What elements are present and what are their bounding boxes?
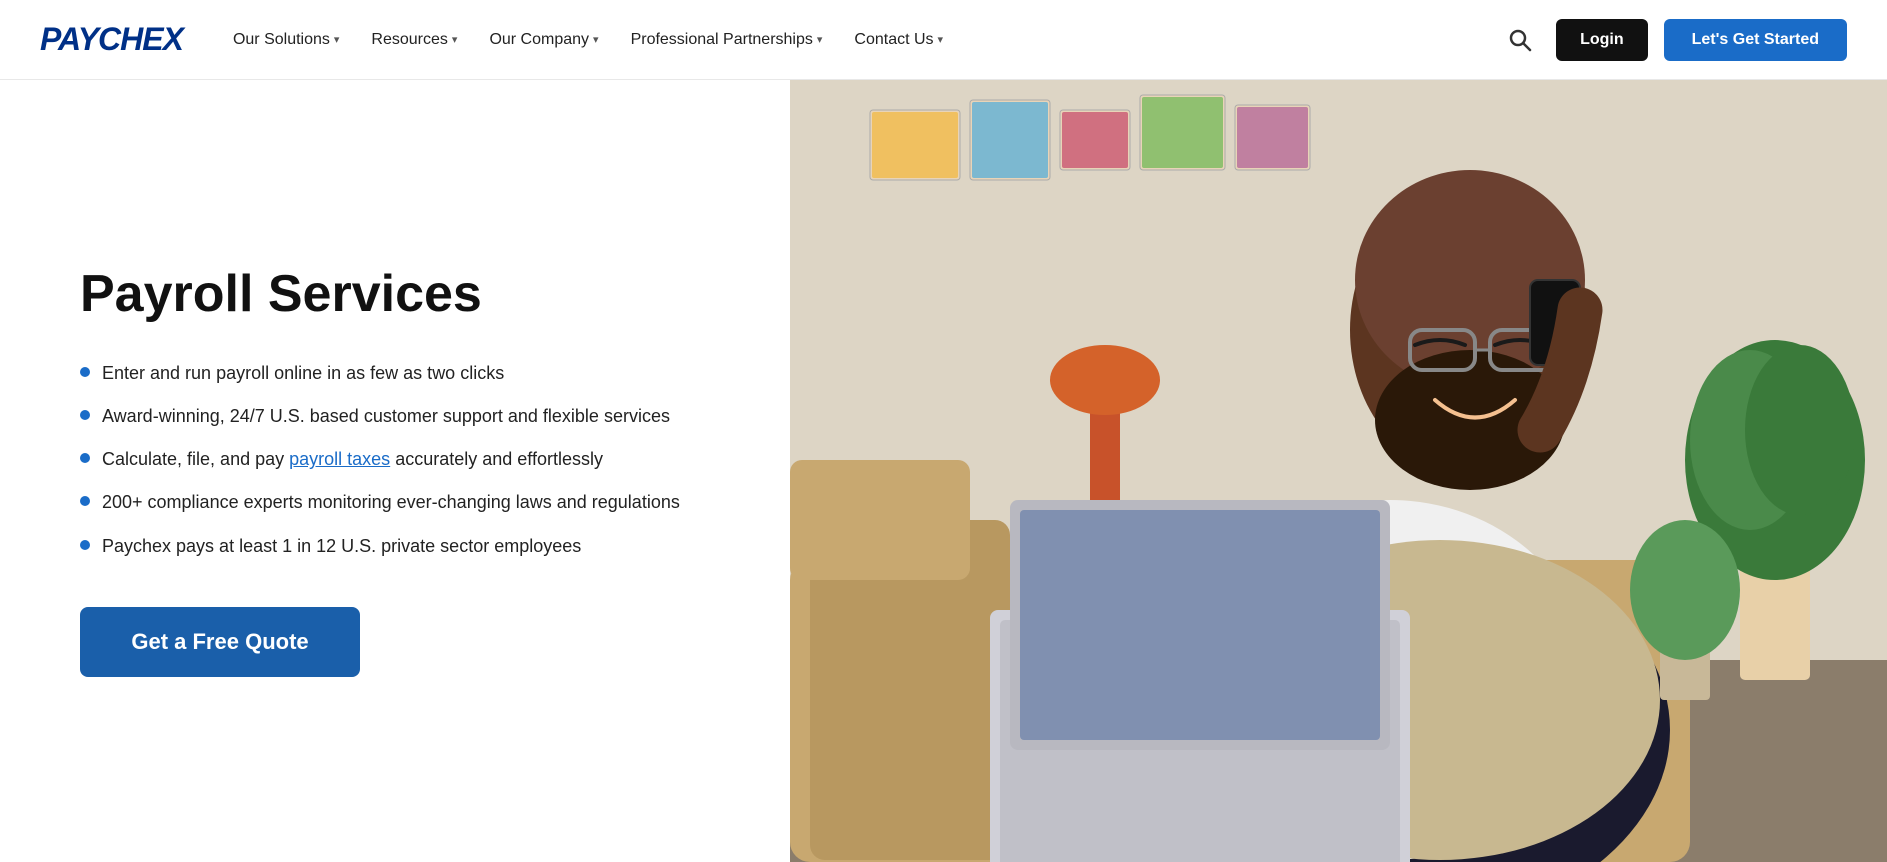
bullet-dot-icon — [80, 496, 90, 506]
nav-item-professional-partnerships[interactable]: Professional Partnerships ▾ — [617, 23, 837, 57]
feature-bullet-4: 200+ compliance experts monitoring ever-… — [80, 490, 710, 515]
bullet-text: Enter and run payroll online in as few a… — [102, 361, 504, 386]
nav-item-contact-us[interactable]: Contact Us ▾ — [840, 23, 957, 57]
chevron-down-icon: ▾ — [817, 33, 823, 46]
chevron-down-icon: ▾ — [334, 33, 340, 46]
bullet-text: Paychex pays at least 1 in 12 U.S. priva… — [102, 534, 581, 559]
nav-item-label: Professional Partnerships — [631, 31, 813, 49]
hero-illustration — [790, 80, 1887, 862]
bullet-text: Award-winning, 24/7 U.S. based customer … — [102, 404, 670, 429]
paychex-logo[interactable]: PAYCHEX — [40, 21, 183, 58]
hero-image — [790, 80, 1887, 862]
page-title: Payroll Services — [80, 265, 710, 325]
feature-bullet-1: Enter and run payroll online in as few a… — [80, 361, 710, 386]
nav-item-resources[interactable]: Resources ▾ — [357, 23, 471, 57]
nav-links: Our Solutions▾Resources▾Our Company▾Prof… — [219, 23, 957, 57]
bullet-dot-icon — [80, 410, 90, 420]
nav-left: PAYCHEX Our Solutions▾Resources▾Our Comp… — [40, 21, 957, 58]
bullet-text: Calculate, file, and pay payroll taxes a… — [102, 447, 603, 472]
feature-bullet-3: Calculate, file, and pay payroll taxes a… — [80, 447, 710, 472]
nav-item-our-solutions[interactable]: Our Solutions ▾ — [219, 23, 353, 57]
bullet-dot-icon — [80, 453, 90, 463]
bullet-dot-icon — [80, 367, 90, 377]
get-started-button[interactable]: Let's Get Started — [1664, 19, 1847, 61]
chevron-down-icon: ▾ — [938, 33, 944, 46]
hero-content: Payroll Services Enter and run payroll o… — [0, 80, 790, 862]
login-button[interactable]: Login — [1556, 19, 1648, 61]
search-button[interactable] — [1500, 20, 1540, 60]
get-quote-button[interactable]: Get a Free Quote — [80, 607, 360, 677]
search-icon — [1508, 28, 1532, 52]
chevron-down-icon: ▾ — [593, 33, 599, 46]
nav-item-label: Contact Us — [854, 31, 933, 49]
bullet-dot-icon — [80, 540, 90, 550]
nav-item-label: Our Solutions — [233, 31, 330, 49]
hero-section: Payroll Services Enter and run payroll o… — [0, 80, 1887, 862]
payroll-taxes-link[interactable]: payroll taxes — [289, 449, 390, 469]
chevron-down-icon: ▾ — [452, 33, 458, 46]
feature-bullet-5: Paychex pays at least 1 in 12 U.S. priva… — [80, 534, 710, 559]
feature-list: Enter and run payroll online in as few a… — [80, 361, 710, 559]
nav-item-our-company[interactable]: Our Company ▾ — [475, 23, 612, 57]
bullet-text: 200+ compliance experts monitoring ever-… — [102, 490, 680, 515]
nav-item-label: Our Company — [489, 31, 589, 49]
nav-item-label: Resources — [371, 31, 447, 49]
main-nav: PAYCHEX Our Solutions▾Resources▾Our Comp… — [0, 0, 1887, 80]
nav-right: Login Let's Get Started — [1500, 19, 1847, 61]
feature-bullet-2: Award-winning, 24/7 U.S. based customer … — [80, 404, 710, 429]
